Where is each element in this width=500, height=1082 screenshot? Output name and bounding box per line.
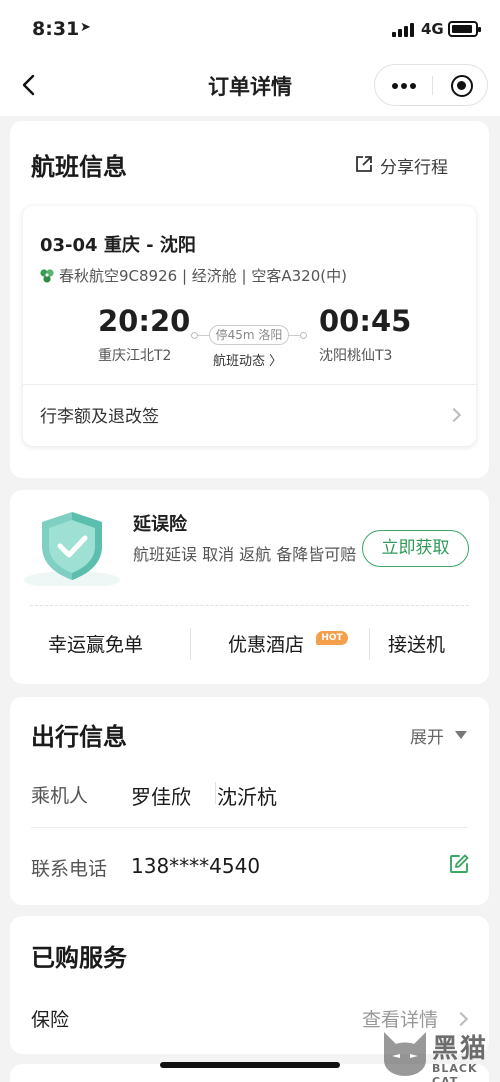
black-cat-logo-icon — [384, 1032, 426, 1076]
status-time: 8:31 — [32, 18, 80, 40]
get-insurance-button[interactable]: 立即获取 — [362, 530, 469, 567]
share-trip-label: 分享行程 — [380, 158, 448, 178]
insurance-item-label: 保险 — [31, 1009, 70, 1031]
capsule-divider — [432, 76, 433, 95]
airline-logo-icon — [40, 269, 54, 283]
passenger-name: 沈沂杭 — [217, 785, 277, 809]
baggage-refund-link[interactable]: 行李额及退改签 — [40, 402, 159, 427]
share-icon — [356, 156, 372, 172]
watermark-subtitle: BLACK CAT — [432, 1062, 478, 1082]
insurance-description: 航班延误 取消 返航 备降皆可赔 — [133, 545, 357, 564]
battery-icon — [448, 21, 481, 37]
stopover-badge: 停45m 洛阳 — [209, 325, 289, 345]
close-mini-program-icon[interactable] — [451, 75, 473, 97]
nav-bar: 订单详情 — [0, 56, 500, 116]
flight-detail-box: 03-04 重庆 - 沈阳 春秋航空9C8926 | 经济舱 | 空客A320(… — [23, 206, 476, 446]
arrival-airport: 沈阳桃仙T3 — [319, 348, 393, 364]
travel-info-card: 出行信息 展开 乘机人 罗佳欣 沈沂杭 联系电话 138****4540 — [10, 697, 489, 905]
divider — [215, 782, 216, 804]
home-indicator — [160, 1062, 340, 1068]
departure-airport: 重庆江北T2 — [98, 348, 172, 364]
departure-time: 20:20 — [98, 304, 191, 338]
mini-program-capsule — [374, 64, 488, 106]
watermark: 黑猫 BLACK CAT — [380, 1028, 498, 1082]
phone-number: 138****4540 — [131, 854, 261, 878]
divider — [23, 384, 476, 385]
chevron-right-icon — [453, 1011, 469, 1027]
more-icon[interactable] — [392, 83, 416, 89]
status-bar: 8:31 ➤ 4G — [0, 0, 500, 56]
divider — [190, 628, 191, 660]
expand-button[interactable]: 展开 — [410, 723, 444, 748]
passenger-name: 罗佳欣 — [131, 785, 191, 809]
caret-down-icon[interactable] — [455, 731, 467, 739]
location-arrow-icon: ➤ — [80, 20, 91, 35]
stopover-start-dot — [191, 332, 198, 339]
flight-section-title: 航班信息 — [31, 153, 127, 181]
network-type: 4G — [421, 20, 444, 38]
edit-icon[interactable] — [448, 853, 470, 875]
travel-section-title: 出行信息 — [31, 723, 127, 751]
signal-icon — [392, 23, 416, 37]
hot-badge: HOT — [316, 631, 348, 645]
flight-status-link[interactable]: 航班动态 〉 — [213, 350, 282, 369]
divider — [369, 628, 370, 660]
airport-transfer-link[interactable]: 接送机 — [388, 630, 445, 657]
flight-route: 03-04 重庆 - 沈阳 — [40, 235, 196, 256]
insurance-title: 延误险 — [133, 514, 187, 535]
phone-label: 联系电话 — [31, 858, 108, 880]
passenger-label: 乘机人 — [31, 785, 89, 807]
flight-info-card: 航班信息 分享行程 03-04 重庆 - 沈阳 春秋航空9C8926 | 经济舱… — [10, 121, 489, 478]
chevron-right-icon — [446, 407, 462, 423]
service-section-title: 已购服务 — [31, 944, 127, 972]
shield-check-icon — [24, 512, 120, 586]
divider — [30, 605, 469, 606]
divider — [31, 827, 468, 828]
arrival-time: 00:45 — [319, 304, 412, 338]
stopover-end-dot — [300, 332, 307, 339]
watermark-title: 黑猫 — [432, 1034, 489, 1064]
lucky-free-order-link[interactable]: 幸运赢免单 — [48, 630, 143, 657]
delay-insurance-card: 延误险 航班延误 取消 返航 备降皆可赔 立即获取 幸运赢免单 优惠酒店 HOT… — [10, 490, 489, 684]
hotel-deals-link[interactable]: 优惠酒店 — [228, 630, 304, 657]
airline-info: 春秋航空9C8926 | 经济舱 | 空客A320(中) — [59, 267, 347, 285]
